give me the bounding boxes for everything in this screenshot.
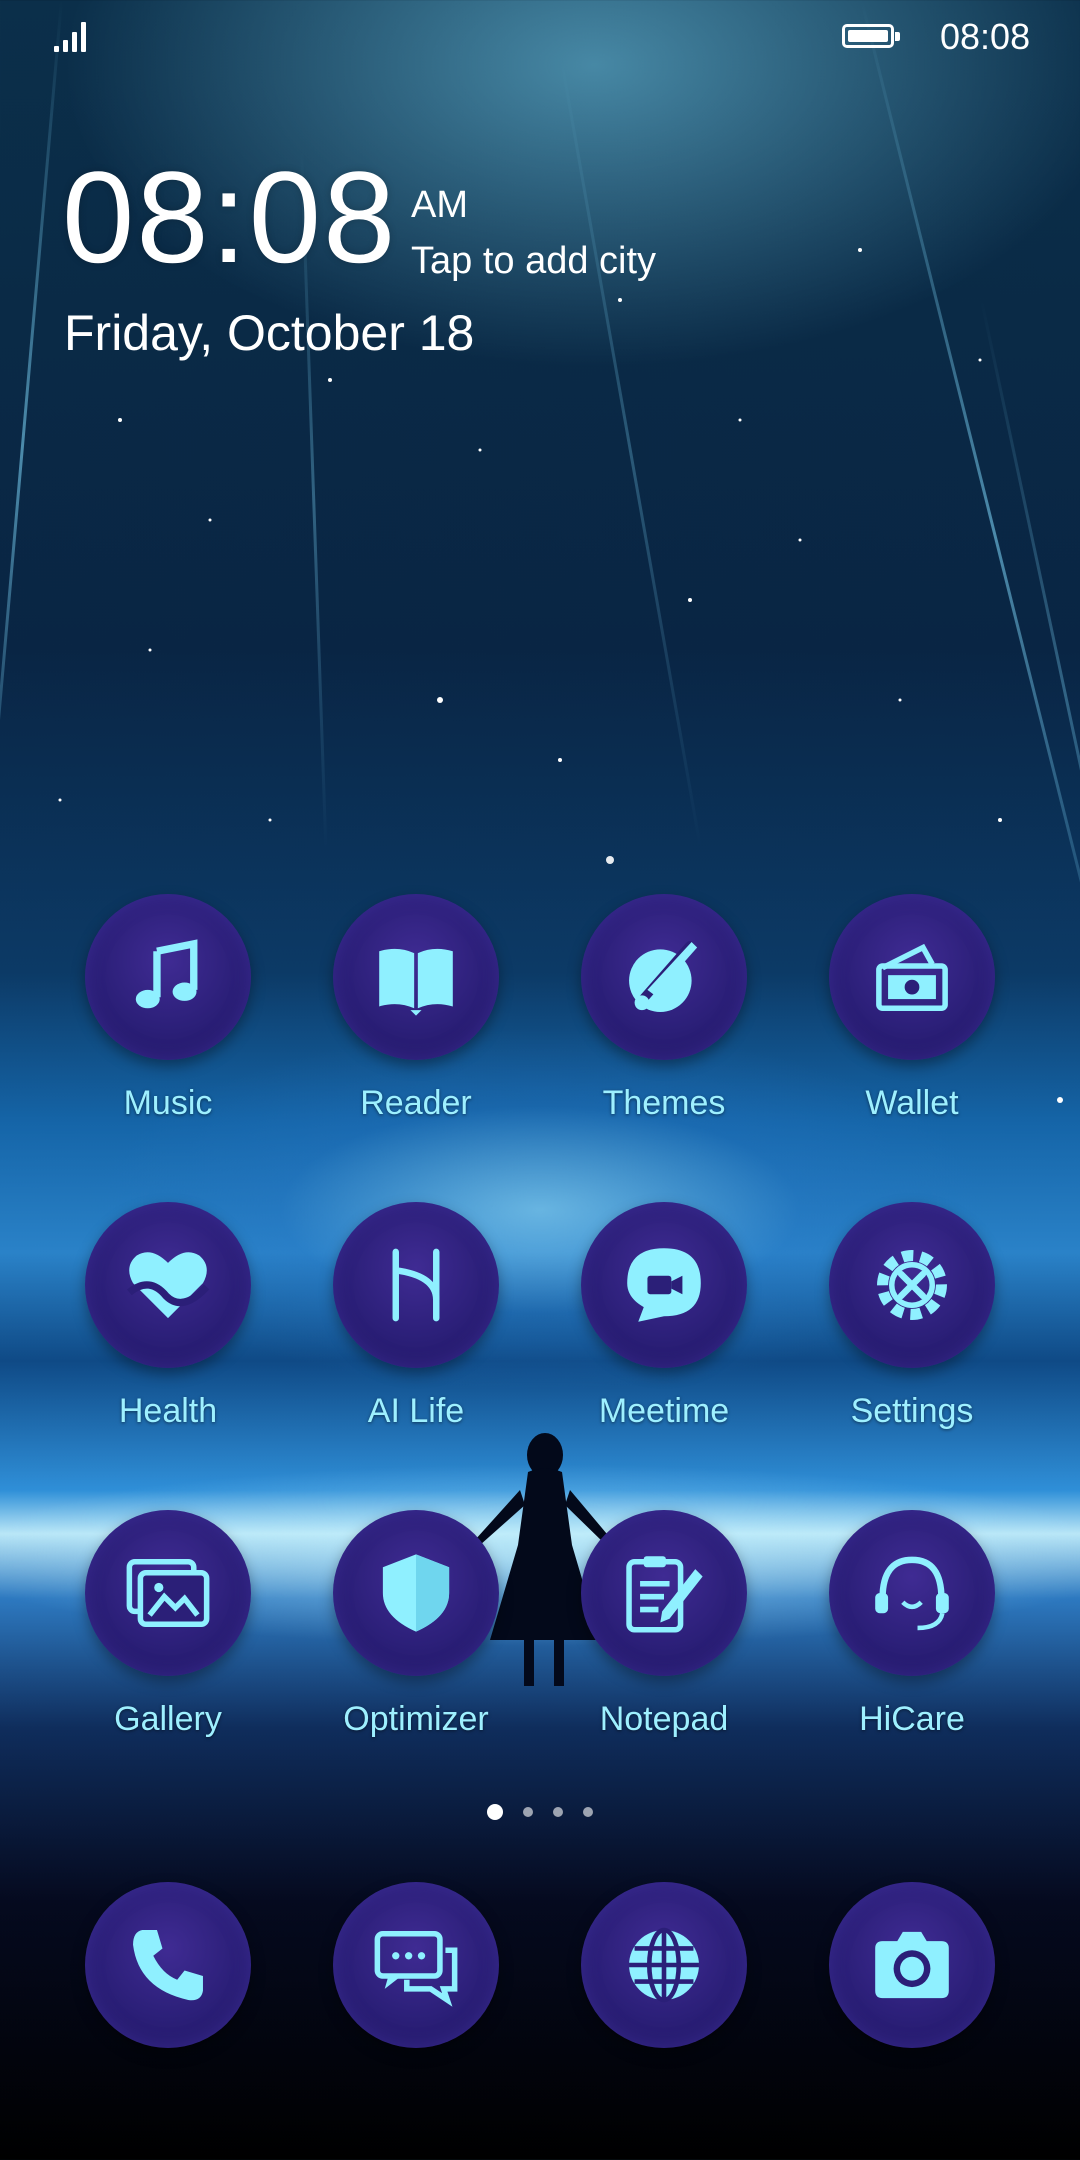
- app-label: Notepad: [599, 1700, 729, 1738]
- app-meetime[interactable]: Meetime: [554, 1202, 774, 1431]
- add-city-link[interactable]: Tap to add city: [411, 240, 656, 283]
- browser-globe-icon: [581, 1882, 747, 2048]
- messages-icon: [333, 1882, 499, 2048]
- app-themes[interactable]: Themes: [554, 894, 774, 1123]
- app-reader[interactable]: Reader: [306, 894, 526, 1123]
- app-optimizer[interactable]: Optimizer: [306, 1510, 526, 1739]
- dock-phone[interactable]: [58, 1882, 278, 2048]
- paintbrush-icon: [581, 894, 747, 1060]
- app-gallery[interactable]: Gallery: [58, 1510, 278, 1739]
- app-ai-life[interactable]: AI Life: [306, 1202, 526, 1431]
- app-label: Optimizer: [343, 1700, 489, 1738]
- page-dot-2[interactable]: [523, 1807, 533, 1817]
- headset-icon: [829, 1510, 995, 1676]
- app-label: HiCare: [859, 1700, 965, 1738]
- music-note-icon: [85, 894, 251, 1060]
- app-label: Themes: [602, 1084, 726, 1122]
- dock-browser[interactable]: [554, 1882, 774, 2048]
- battery-icon: [842, 24, 900, 48]
- dock-camera[interactable]: [802, 1882, 1022, 2048]
- app-health[interactable]: Health: [58, 1202, 278, 1431]
- app-label: Health: [118, 1392, 218, 1430]
- wallet-icon: [829, 894, 995, 1060]
- phone-icon: [85, 1882, 251, 2048]
- app-wallet[interactable]: Wallet: [802, 894, 1022, 1123]
- book-icon: [333, 894, 499, 1060]
- app-label: Gallery: [114, 1700, 222, 1738]
- app-settings[interactable]: Settings: [802, 1202, 1022, 1431]
- video-chat-icon: [581, 1202, 747, 1368]
- page-indicator: [0, 1804, 1080, 1820]
- signal-icon: [54, 22, 86, 52]
- status-bar: 08:08: [0, 0, 1080, 70]
- app-music[interactable]: Music: [58, 894, 278, 1123]
- clock-time[interactable]: 08:08: [62, 152, 397, 282]
- camera-icon: [829, 1882, 995, 2048]
- gallery-icon: [85, 1510, 251, 1676]
- gear-icon: [829, 1202, 995, 1368]
- page-dot-4[interactable]: [583, 1807, 593, 1817]
- app-label: Reader: [360, 1084, 472, 1122]
- app-label: Settings: [850, 1392, 974, 1430]
- app-label: Wallet: [865, 1084, 959, 1122]
- notepad-icon: [581, 1510, 747, 1676]
- shield-icon: [333, 1510, 499, 1676]
- clock-ampm: AM: [411, 184, 468, 226]
- app-hicare[interactable]: HiCare: [802, 1510, 1022, 1739]
- heart-icon: [85, 1202, 251, 1368]
- app-label: AI Life: [367, 1392, 465, 1430]
- page-dot-3[interactable]: [553, 1807, 563, 1817]
- page-dot-1[interactable]: [487, 1804, 503, 1820]
- status-time: 08:08: [940, 16, 1031, 57]
- app-notepad[interactable]: Notepad: [554, 1510, 774, 1739]
- dock-messages[interactable]: [306, 1882, 526, 2048]
- ai-life-icon: [333, 1202, 499, 1368]
- app-label: Meetime: [598, 1392, 730, 1430]
- date-label: Friday, October 18: [64, 305, 475, 361]
- app-label: Music: [123, 1084, 213, 1122]
